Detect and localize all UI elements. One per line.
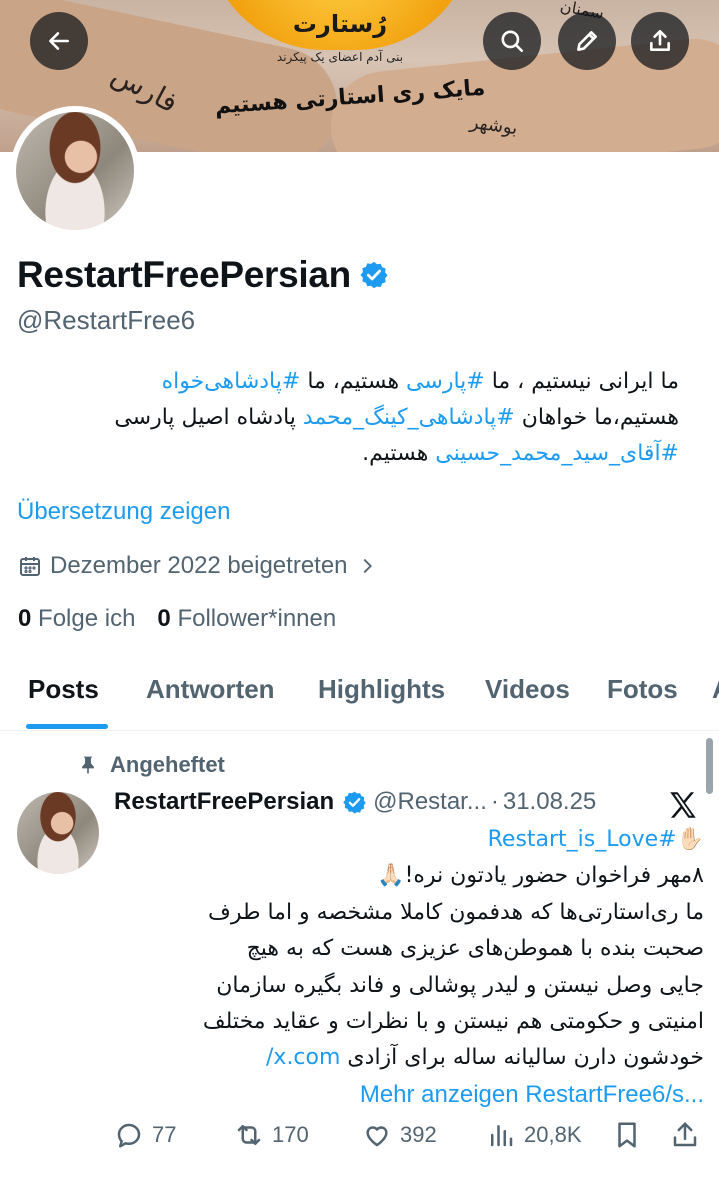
share-icon	[650, 29, 670, 51]
post-author-handle[interactable]: @Restar...	[373, 788, 487, 816]
profile-name-row: RestartFreePersian	[17, 254, 389, 296]
tab-fotos[interactable]: Fotos	[607, 674, 678, 705]
reply-count: 77	[152, 1122, 177, 1147]
calendar-icon	[20, 557, 40, 576]
x-logo-icon[interactable]	[666, 788, 700, 822]
post-truncated-link[interactable]: RestartFree6/s...	[525, 1081, 704, 1108]
profile-tabs: Posts Antworten Highlights Videos Fotos …	[0, 658, 719, 731]
profile-avatar[interactable]	[10, 106, 140, 236]
share-icon	[673, 1122, 697, 1147]
post-line-7: خودشون دارن سالیانه ساله برای آزادی x.co…	[114, 1040, 704, 1076]
followers-label: Follower*innen	[177, 605, 337, 632]
post-dot-separator: ·	[490, 788, 499, 815]
post-line-5: جایی وصل نیستن و لیدر پوشالی و فاند بگیر…	[216, 972, 704, 998]
following-label: Folge ich	[38, 605, 136, 632]
banner-logo-text: رُستارت	[292, 10, 388, 38]
views-icon	[491, 1125, 513, 1147]
show-more-row: Mehr anzeigen RestartFree6/s...	[114, 1077, 704, 1113]
following-count: 0	[18, 605, 32, 632]
post-date[interactable]: 31.08.25	[503, 788, 596, 816]
post-actions: 77 170 392 20,8K	[114, 1120, 704, 1160]
banner-subtitle: بنی آدم اعضای یک پیکرند	[276, 50, 404, 64]
following-link[interactable]: 0 Folge ich	[18, 605, 135, 633]
search-icon	[501, 30, 524, 53]
profile-handle: @RestartFree6	[17, 305, 196, 335]
repost-icon	[237, 1125, 261, 1145]
repost-count: 170	[272, 1122, 309, 1147]
post-author-name[interactable]: RestartFreePersian	[114, 788, 334, 816]
post-line-6: امنیتی و حکومتی هم نیستن و با نظرات و عق…	[202, 1009, 704, 1035]
bio-text: هستیم،ما خواهان	[514, 405, 679, 430]
bio-text: ما ایرانی نیستیم ، ما	[484, 369, 679, 394]
bio-text: پادشاه اصیل پارسی	[114, 405, 303, 430]
post-line-1: ✋🏻#Restart_is_Love	[114, 822, 704, 858]
repost-button[interactable]: 170	[234, 1120, 309, 1150]
joined-text: Dezember 2022 beigetreten	[50, 552, 348, 579]
tab-overflow[interactable]: A	[712, 674, 719, 705]
post-line-7-text: خودشون دارن سالیانه ساله برای آزادی	[347, 1045, 704, 1071]
edit-pencil-icon	[577, 31, 597, 51]
raised-hand-emoji: ✋🏻	[676, 827, 704, 852]
bio-text: هستیم، ما	[300, 369, 407, 394]
followers-count: 0	[157, 605, 171, 632]
reply-icon	[117, 1123, 141, 1148]
follow-counts: 0 Folge ich 0 Follower*innen	[18, 605, 336, 633]
tab-highlights[interactable]: Highlights	[318, 674, 445, 705]
post-line-4: صحبت بنده با هموطن‌های عزیزی هست که به ه…	[246, 936, 704, 962]
followers-link[interactable]: 0 Follower*innen	[157, 605, 336, 633]
pinned-label: Angeheftet	[110, 752, 225, 777]
bio-line-1: ما ایرانی نیستیم ، ما #پارسی هستیم، ما #…	[16, 364, 679, 400]
reply-button[interactable]: 77	[114, 1120, 176, 1150]
like-icon	[366, 1126, 388, 1147]
chevron-right-icon	[363, 558, 372, 574]
views-button[interactable]: 20,8K	[486, 1120, 582, 1150]
tab-antworten[interactable]: Antworten	[146, 674, 275, 705]
views-count: 20,8K	[524, 1122, 582, 1147]
post-header: RestartFreePersian @Restar... · 31.08.25	[114, 788, 704, 816]
hashtag-link[interactable]: #پادشاهی_کینگ_محمد	[303, 405, 515, 430]
verified-badge-icon[interactable]	[359, 260, 389, 290]
bookmark-button[interactable]	[612, 1120, 642, 1150]
bio-line-2: هستیم،ما خواهان #پادشاهی_کینگ_محمد پادشا…	[16, 400, 679, 436]
profile-bio: ما ایرانی نیستیم ، ما #پارسی هستیم، ما #…	[16, 364, 679, 472]
back-arrow-icon	[49, 32, 69, 50]
edit-button[interactable]	[558, 12, 616, 70]
post-line-2: ۸مهر فراخوان حضور یادتون نره!🙏🏻	[377, 863, 704, 889]
hashtag-link[interactable]: #آقای_سید_محمد_حسینی	[435, 441, 679, 466]
post-text: ✋🏻#Restart_is_Love ۸مهر فراخوان حضور یاد…	[114, 822, 704, 1113]
like-count: 392	[400, 1122, 437, 1147]
post-url-link[interactable]: x.com/	[266, 1045, 340, 1070]
post-share-button[interactable]	[670, 1120, 700, 1150]
search-button[interactable]	[483, 12, 541, 70]
hashtag-link[interactable]: #پارسی	[406, 369, 485, 394]
hashtag-link[interactable]: #پادشاهی‌خواه	[162, 369, 301, 394]
pin-icon	[82, 756, 94, 774]
scrollbar[interactable]	[706, 738, 713, 794]
hashtag-link[interactable]: #Restart_is_Love	[488, 827, 677, 852]
pinned-indicator: Angeheftet	[78, 752, 225, 778]
show-more-link[interactable]: Mehr anzeigen	[360, 1081, 519, 1108]
avatar-image	[16, 112, 134, 230]
translate-link[interactable]: Übersetzung zeigen	[17, 498, 230, 526]
tab-posts[interactable]: Posts	[28, 674, 99, 705]
back-button[interactable]	[30, 12, 88, 70]
joined-date[interactable]: Dezember 2022 beigetreten	[18, 552, 378, 580]
bookmark-icon	[618, 1122, 636, 1148]
verified-badge-icon	[343, 791, 366, 813]
tab-videos[interactable]: Videos	[485, 674, 570, 705]
profile-name: RestartFreePersian	[17, 254, 351, 295]
post-avatar[interactable]	[17, 792, 99, 874]
post-line-3: ما ری‌استارتی‌ها که هدفمون کاملا مشخصه و…	[208, 899, 704, 925]
like-button[interactable]: 392	[362, 1120, 437, 1150]
share-button[interactable]	[631, 12, 689, 70]
active-tab-indicator	[26, 724, 108, 729]
bio-text: هستیم.	[362, 441, 436, 466]
bio-line-3: #آقای_سید_محمد_حسینی هستیم.	[16, 436, 679, 472]
